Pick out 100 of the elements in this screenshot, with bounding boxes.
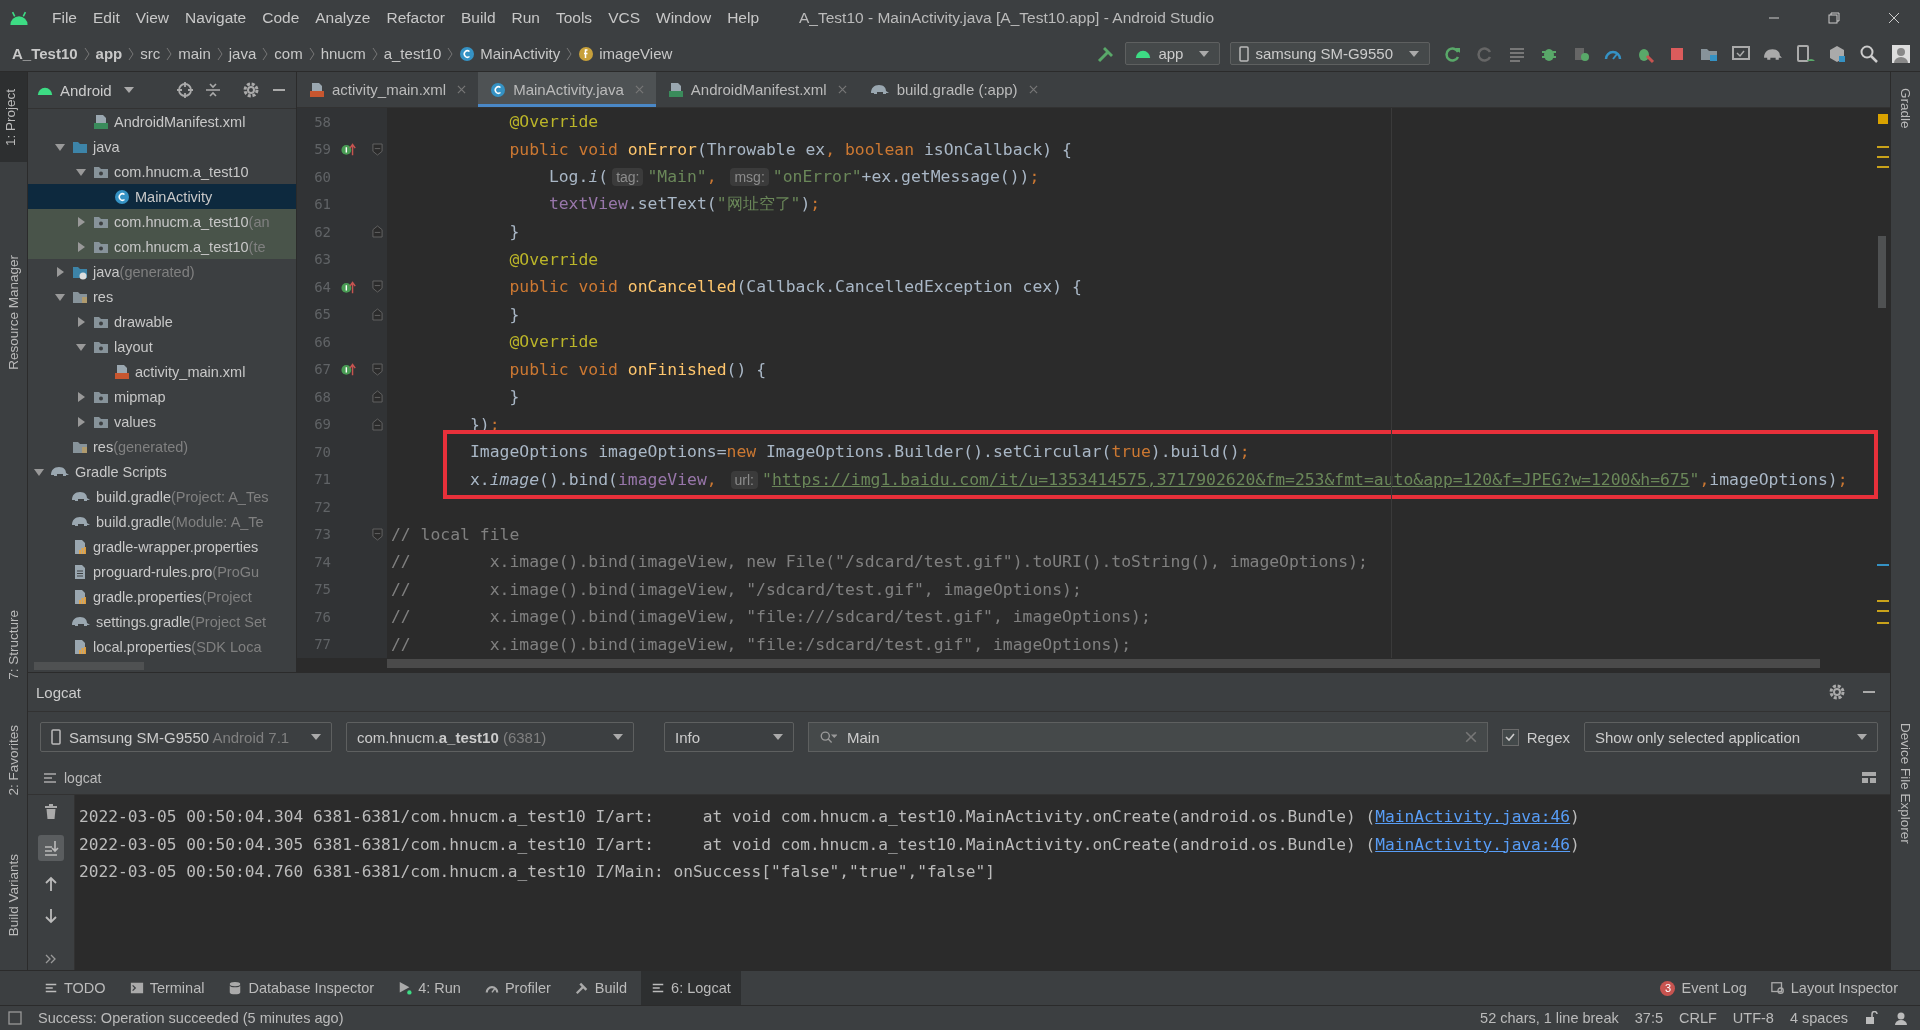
- expand-arrow-icon[interactable]: [76, 416, 86, 427]
- tree-item[interactable]: local.properties(SDK Loca: [28, 634, 296, 659]
- breadcrumb-item[interactable]: MainActivity: [459, 45, 561, 62]
- menu-item[interactable]: Analyze: [307, 9, 379, 27]
- locate-icon[interactable]: [176, 81, 194, 99]
- fold-marker-icon[interactable]: [371, 417, 383, 431]
- tree-item[interactable]: Gradle Scripts: [28, 459, 296, 484]
- more-icon[interactable]: [45, 953, 57, 965]
- tree-item[interactable]: values: [28, 409, 296, 434]
- breadcrumb-item[interactable]: main: [178, 45, 211, 62]
- tree-item[interactable]: proguard-rules.pro(ProGu: [28, 559, 296, 584]
- regex-checkbox[interactable]: [1501, 728, 1519, 746]
- fold-marker-icon[interactable]: [371, 280, 383, 294]
- menu-item[interactable]: VCS: [600, 9, 648, 27]
- restore-icon[interactable]: [1828, 12, 1840, 24]
- lock-icon[interactable]: [1864, 1011, 1878, 1025]
- status-item[interactable]: 37:5: [1634, 1010, 1663, 1026]
- tool-tab[interactable]: 6: Logcat: [641, 971, 741, 1005]
- source-link[interactable]: MainActivity.java:46: [1375, 807, 1571, 826]
- tree-item[interactable]: java: [28, 134, 296, 159]
- tool-window-tab[interactable]: Build Variants: [3, 847, 24, 943]
- breadcrumb-item[interactable]: com: [274, 45, 303, 62]
- expand-arrow-icon[interactable]: [76, 341, 86, 352]
- checkbox-label[interactable]: Regex: [1526, 728, 1570, 746]
- menu-item[interactable]: Tools: [547, 9, 601, 27]
- override-marker-icon[interactable]: [341, 141, 357, 158]
- trash-icon[interactable]: [42, 803, 60, 821]
- log-level-dropdown[interactable]: Info: [664, 722, 794, 752]
- tree-item[interactable]: AndroidManifest.xml: [28, 109, 296, 134]
- source-link[interactable]: MainActivity.java:46: [1375, 834, 1571, 854]
- event-log-tab[interactable]: 3 Event Log: [1650, 971, 1757, 1005]
- breadcrumb-item[interactable]: a_test10: [383, 45, 442, 62]
- device-dropdown[interactable]: samsung SM-G9550: [1230, 42, 1430, 65]
- expand-arrow-icon[interactable]: [55, 141, 65, 152]
- url-link[interactable]: https://img1.baidu.com/it/u=1353414575,3717902620&fm=253&fmt=auto&app=120&f=JPEG?w=1200&h=675: [771, 469, 1690, 489]
- scroll-to-end-button[interactable]: [38, 835, 64, 861]
- editor-tab[interactable]: MainActivity.java: [478, 72, 656, 107]
- menu-item[interactable]: Run: [503, 9, 548, 27]
- search-icon[interactable]: [1859, 43, 1879, 64]
- editor-tab[interactable]: AndroidManifest.xml: [655, 72, 859, 107]
- tool-tab[interactable]: Database Inspector: [218, 971, 385, 1005]
- run-config-dropdown[interactable]: app: [1125, 42, 1221, 65]
- tree-item[interactable]: mipmap: [28, 384, 296, 409]
- menu-item[interactable]: View: [127, 9, 178, 27]
- tool-window-tab[interactable]: Gradle: [1895, 82, 1916, 135]
- menu-item[interactable]: Window: [648, 9, 720, 27]
- tree-item[interactable]: java(generated): [28, 259, 296, 284]
- settings-icon[interactable]: [1828, 683, 1846, 701]
- tool-tab[interactable]: 4: Run: [388, 971, 471, 1005]
- down-arrow-icon[interactable]: [42, 907, 60, 925]
- tree-item[interactable]: drawable: [28, 309, 296, 334]
- expand-arrow-icon[interactable]: [34, 466, 44, 477]
- tree-item[interactable]: activity_main.xml: [28, 359, 296, 384]
- search-input[interactable]: Main: [845, 727, 1457, 747]
- editor-tab[interactable]: activity_main.xml: [297, 72, 479, 107]
- tool-window-tab[interactable]: 1: Project: [0, 72, 27, 162]
- device-dropdown[interactable]: Samsung SM-G9550 Android 7.1: [40, 722, 332, 752]
- process-dropdown[interactable]: com.hnucm.a_test10 (6381): [346, 722, 634, 752]
- override-marker-icon[interactable]: [341, 278, 357, 295]
- tool-window-tab[interactable]: 7: Structure: [3, 604, 24, 686]
- inspector-icon[interactable]: [1894, 1011, 1908, 1025]
- tree-item[interactable]: res(generated): [28, 434, 296, 459]
- project-view-dropdown[interactable]: Android: [36, 81, 134, 99]
- tool-tab[interactable]: TODO: [34, 971, 116, 1005]
- scrollbar-thumb[interactable]: [387, 659, 1820, 668]
- breadcrumb-item[interactable]: java: [228, 45, 257, 62]
- tool-tab[interactable]: Terminal: [119, 971, 215, 1005]
- tool-window-tab[interactable]: Resource Manager: [3, 248, 24, 376]
- expand-arrow-icon[interactable]: [55, 291, 65, 302]
- fold-marker-icon[interactable]: [371, 142, 383, 156]
- tool-window-tab[interactable]: Device File Explorer: [1895, 717, 1916, 850]
- expand-arrow-icon[interactable]: [76, 216, 86, 227]
- settings-icon[interactable]: [242, 81, 260, 99]
- breadcrumb-item[interactable]: hnucm: [320, 45, 366, 62]
- breadcrumb-item[interactable]: imageView: [578, 45, 673, 62]
- avatar-icon[interactable]: [1891, 43, 1911, 64]
- menu-item[interactable]: Code: [254, 9, 308, 27]
- expand-arrow-icon[interactable]: [76, 166, 86, 177]
- status-item[interactable]: CRLF: [1679, 1010, 1717, 1026]
- clear-icon[interactable]: [1464, 731, 1477, 743]
- menu-item[interactable]: Build: [453, 9, 504, 27]
- layout-inspector-tab[interactable]: Layout Inspector: [1760, 971, 1908, 1005]
- expand-arrow-icon[interactable]: [76, 316, 86, 327]
- tree-item[interactable]: build.gradle(Module: A_Te: [28, 509, 296, 534]
- override-marker-icon[interactable]: [341, 361, 357, 378]
- fold-marker-icon[interactable]: [371, 307, 383, 321]
- device-manager-icon[interactable]: [1795, 43, 1815, 64]
- tree-item[interactable]: gradle.properties(Project: [28, 584, 296, 609]
- fold-marker-icon[interactable]: [371, 362, 383, 376]
- tool-window-tab[interactable]: 2: Favorites: [3, 718, 24, 802]
- tree-item[interactable]: com.hnucm.a_test10: [28, 159, 296, 184]
- breadcrumb-item[interactable]: A_Test10: [12, 45, 78, 62]
- fold-marker-icon[interactable]: [371, 527, 383, 541]
- tree-item[interactable]: res: [28, 284, 296, 309]
- breadcrumb-item[interactable]: src: [140, 45, 161, 62]
- fold-marker-icon[interactable]: [371, 225, 383, 239]
- panel-toggle-icon[interactable]: [8, 1011, 22, 1025]
- tool-tab[interactable]: Profiler: [474, 971, 561, 1005]
- expand-arrow-icon[interactable]: [76, 391, 86, 402]
- sdk-box-icon[interactable]: [1827, 43, 1847, 64]
